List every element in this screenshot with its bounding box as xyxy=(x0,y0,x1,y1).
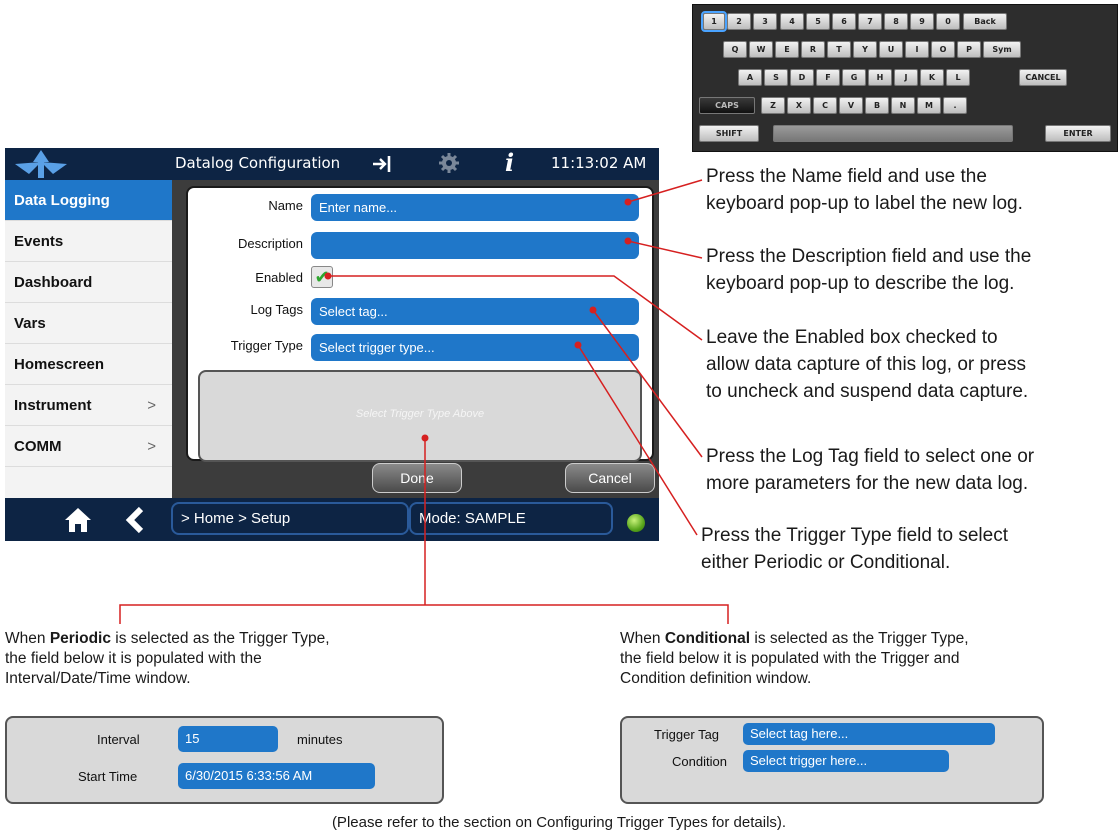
description-line: Interval/Date/Time window. xyxy=(5,670,191,687)
annotation-line: Leave the Enabled box checked to xyxy=(706,327,998,348)
annotation-line: either Periodic or Conditional. xyxy=(701,552,951,573)
description-line: the field below it is populated with the… xyxy=(620,650,960,667)
callout-lines xyxy=(119,179,729,624)
text-before: When xyxy=(620,630,665,647)
annotation-line: keyboard pop-up to describe the log. xyxy=(706,273,1015,294)
annotation-line: keyboard pop-up to label the new log. xyxy=(706,193,1023,214)
text-after: is selected as the Trigger Type, xyxy=(750,630,969,647)
name-annotation: Press the Name field and use the keyboar… xyxy=(706,163,1023,217)
start-time-label: Start Time xyxy=(78,769,138,784)
annotation-line: allow data capture of this log, or press xyxy=(706,354,1027,375)
trigger-annotation: Press the Trigger Type field to select e… xyxy=(701,522,1008,576)
description-line: the field below it is populated with the xyxy=(5,650,262,667)
logtag-annotation: Press the Log Tag field to select one or… xyxy=(706,443,1034,497)
periodic-keyword: Periodic xyxy=(49,630,111,647)
trigger-tag-field[interactable]: Select tag here... xyxy=(743,723,995,745)
interval-label: Interval xyxy=(97,732,140,747)
conditional-panel: Trigger Tag Select tag here... Condition… xyxy=(620,716,1044,804)
periodic-description: When Periodic is selected as the Trigger… xyxy=(5,629,330,689)
annotation-line: more parameters for the new data log. xyxy=(706,473,1029,494)
enabled-annotation: Leave the Enabled box checked to allow d… xyxy=(706,324,1028,405)
annotation-line: Press the Description field and use the xyxy=(706,246,1032,267)
annotation-line: to uncheck and suspend data capture. xyxy=(706,381,1029,402)
condition-label: Condition xyxy=(672,754,727,769)
annotation-line: Press the Log Tag field to select one or xyxy=(706,446,1035,467)
conditional-keyword: Conditional xyxy=(664,630,751,647)
interval-unit: minutes xyxy=(297,732,343,747)
conditional-description: When Conditional is selected as the Trig… xyxy=(620,629,969,689)
start-time-field[interactable]: 6/30/2015 6:33:56 AM xyxy=(178,763,375,789)
description-line: Condition definition window. xyxy=(620,670,812,687)
annotation-line: Press the Name field and use the xyxy=(706,166,987,187)
text-after: is selected as the Trigger Type, xyxy=(110,630,330,647)
periodic-panel: Interval 15 minutes Start Time 6/30/2015… xyxy=(5,716,444,804)
interval-field[interactable]: 15 xyxy=(178,726,278,752)
condition-field[interactable]: Select trigger here... xyxy=(743,750,949,772)
text-before: When xyxy=(5,630,50,647)
footer-note: (Please refer to the section on Configur… xyxy=(331,814,787,831)
annotation-line: Press the Trigger Type field to select xyxy=(701,525,1008,546)
description-annotation: Press the Description field and use the … xyxy=(706,243,1031,297)
trigger-tag-label: Trigger Tag xyxy=(654,727,720,742)
